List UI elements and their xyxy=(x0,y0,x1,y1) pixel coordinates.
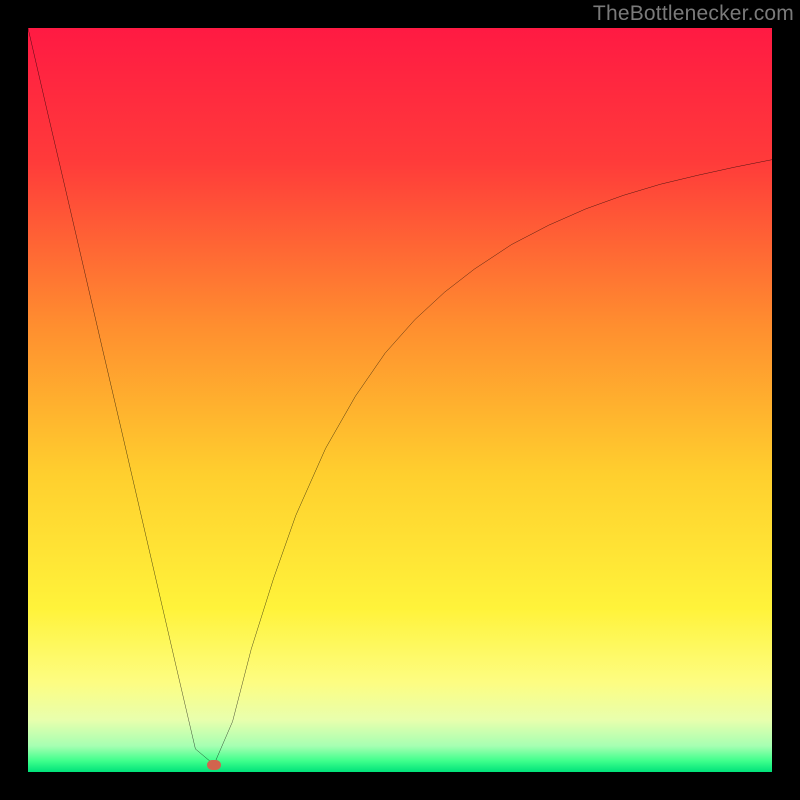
plot-area xyxy=(28,28,772,772)
optimal-point-marker xyxy=(207,760,221,770)
chart-frame xyxy=(28,28,772,772)
watermark-label: TheBottlenecker.com xyxy=(593,2,794,26)
bottleneck-curve xyxy=(28,28,772,772)
